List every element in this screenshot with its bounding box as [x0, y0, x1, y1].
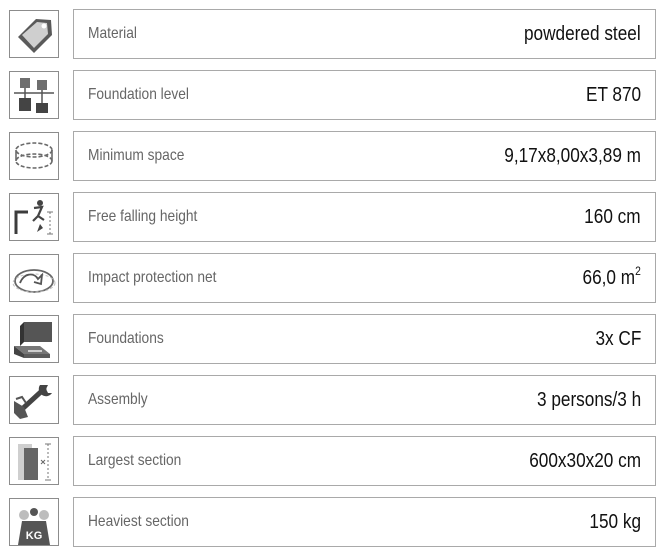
spec-row-foundation-level: Foundation level ET 870	[9, 70, 656, 120]
spec-value: ET 870	[585, 84, 641, 106]
spec-label: Impact protection net	[88, 269, 217, 286]
spec-value: 600x30x20 cm	[529, 450, 641, 472]
spec-label: Material	[88, 25, 137, 42]
spec-value: 66,0 m2	[583, 254, 641, 302]
spec-field: Free falling height 160 cm	[73, 192, 656, 242]
weight-icon-label: KG	[26, 530, 43, 542]
spec-row-free-falling-height: Free falling height 160 cm	[9, 192, 656, 242]
spec-value: 9,17x8,00x3,89 m	[504, 145, 641, 167]
spec-value: 3 persons/3 h	[536, 389, 641, 411]
spec-value-number: 66,0 m	[582, 267, 636, 289]
weight-icon: KG	[9, 498, 59, 546]
spec-field: Heaviest section 150 kg	[73, 497, 656, 547]
spec-label: Largest section	[88, 452, 182, 469]
spec-row-foundations: Foundations 3x CF	[9, 314, 656, 364]
spec-row-impact-protection-net: Impact protection net 66,0 m2	[9, 253, 656, 303]
spec-value: powdered steel	[524, 23, 641, 45]
assembly-wrench-icon	[9, 376, 59, 424]
spec-row-heaviest-section: KG Heaviest section 150 kg	[9, 497, 656, 547]
specification-table: Material powdered steel Foundation level…	[0, 0, 660, 547]
foundations-icon	[9, 315, 59, 363]
spec-field: Material powdered steel	[73, 9, 656, 59]
spec-label: Foundation level	[88, 86, 189, 103]
spec-label: Assembly	[88, 391, 148, 408]
spec-field: Foundations 3x CF	[73, 314, 656, 364]
spec-label: Heaviest section	[88, 513, 189, 530]
spec-field: Largest section 600x30x20 cm	[73, 436, 656, 486]
falling-height-icon	[9, 193, 59, 241]
spec-row-assembly: Assembly 3 persons/3 h	[9, 375, 656, 425]
protection-net-icon	[9, 254, 59, 302]
spec-field: Impact protection net 66,0 m2	[73, 253, 656, 303]
spec-value-superscript: 2	[635, 264, 641, 278]
spec-label: Minimum space	[88, 147, 185, 164]
foundation-level-icon	[9, 71, 59, 119]
price-tag-icon	[9, 10, 59, 58]
spec-label: Free falling height	[88, 208, 198, 225]
spec-value: 3x CF	[595, 328, 641, 350]
spec-field: Assembly 3 persons/3 h	[73, 375, 656, 425]
largest-section-icon	[9, 437, 59, 485]
spec-row-largest-section: Largest section 600x30x20 cm	[9, 436, 656, 486]
spec-value: 160 cm	[584, 206, 641, 228]
spec-field: Foundation level ET 870	[73, 70, 656, 120]
spec-row-material: Material powdered steel	[9, 9, 656, 59]
spec-field: Minimum space 9,17x8,00x3,89 m	[73, 131, 656, 181]
spec-row-minimum-space: Minimum space 9,17x8,00x3,89 m	[9, 131, 656, 181]
spec-label: Foundations	[88, 330, 164, 347]
minimum-space-icon	[9, 132, 59, 180]
spec-value: 150 kg	[589, 511, 641, 533]
